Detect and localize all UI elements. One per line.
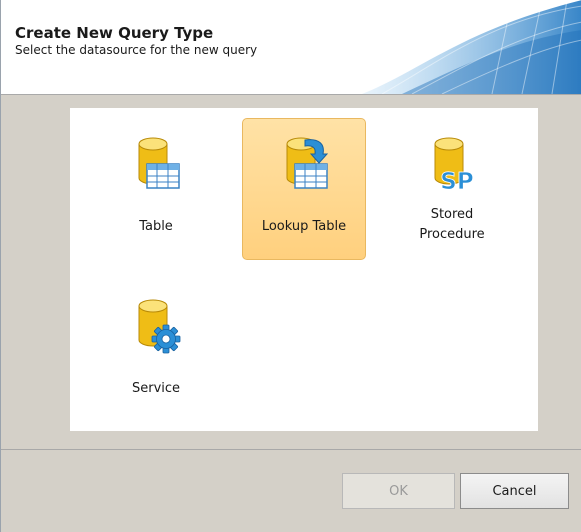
database-table-icon <box>138 137 180 189</box>
database-service-gear-icon <box>138 299 181 354</box>
tile-lookup-table-label: Lookup Table <box>261 219 347 234</box>
datasource-panel: Table Lookup Table SP Stored Procedure S… <box>70 108 538 431</box>
ok-button[interactable]: OK <box>342 473 455 509</box>
cancel-button[interactable]: Cancel <box>460 473 569 509</box>
tile-service-label: Service <box>131 381 181 396</box>
dialog-header: Create New Query Type Select the datasou… <box>1 0 581 95</box>
tile-stored-procedure-label-line1: Stored <box>430 207 474 222</box>
tile-service[interactable]: Service <box>94 280 218 422</box>
svg-text:SP: SP <box>440 169 473 194</box>
tile-table[interactable]: Table <box>94 118 218 260</box>
footer-separator <box>1 449 581 450</box>
stored-procedure-icon: SP <box>434 137 474 194</box>
tile-stored-procedure[interactable]: SP Stored Procedure <box>390 118 514 260</box>
header-wave-graphic <box>362 0 581 94</box>
tile-table-label: Table <box>139 219 173 234</box>
database-lookup-table-icon <box>286 137 329 189</box>
tile-lookup-table[interactable]: Lookup Table <box>242 118 366 260</box>
tile-stored-procedure-label-line2: Procedure <box>419 227 485 242</box>
dialog-title: Create New Query Type <box>15 24 214 42</box>
dialog-subtitle: Select the datasource for the new query <box>15 43 258 57</box>
create-query-type-dialog: Create New Query Type Select the datasou… <box>0 0 581 532</box>
